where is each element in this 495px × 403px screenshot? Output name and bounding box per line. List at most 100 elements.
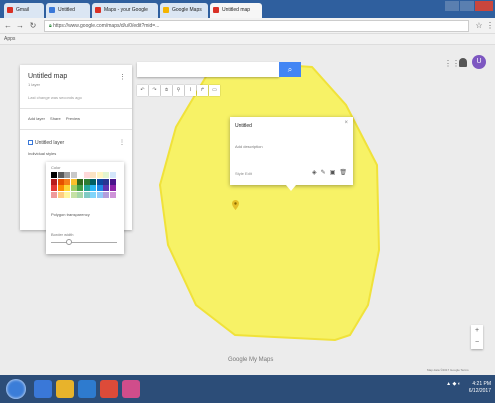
layer-style-item[interactable]: Individual styles xyxy=(28,151,56,156)
bookmark-star-icon[interactable]: ☆ xyxy=(474,21,484,31)
search-button[interactable]: ⌕ xyxy=(279,62,301,77)
browser-tab[interactable]: Gmail xyxy=(4,3,44,18)
color-swatch[interactable] xyxy=(51,172,57,178)
browser-tab[interactable]: Untitled xyxy=(46,3,90,18)
add-layer-button[interactable]: Add layer xyxy=(28,116,45,121)
color-swatch[interactable] xyxy=(77,178,83,185)
color-swatch[interactable] xyxy=(64,185,70,191)
color-swatch[interactable] xyxy=(109,172,116,178)
map-canvas[interactable]: Untitled map 1 layer ⋮ Last change was s… xyxy=(0,45,495,375)
minimize-button[interactable] xyxy=(445,1,459,11)
trash-icon[interactable]: 🗑︎ xyxy=(339,169,347,176)
color-swatch[interactable] xyxy=(103,185,109,191)
zoom-out-button[interactable]: − xyxy=(471,337,483,349)
layer-checkbox[interactable] xyxy=(28,140,33,146)
color-swatch[interactable] xyxy=(70,172,77,178)
border-width-label: Border width xyxy=(51,232,74,237)
color-swatch[interactable] xyxy=(51,185,57,191)
color-swatch[interactable] xyxy=(57,191,64,198)
color-swatch[interactable] xyxy=(90,172,96,178)
feature-description[interactable]: Add description xyxy=(235,144,263,149)
color-swatch[interactable] xyxy=(83,185,90,191)
map-title[interactable]: Untitled map xyxy=(28,73,67,80)
color-swatch[interactable] xyxy=(83,172,90,178)
color-swatch[interactable] xyxy=(57,172,64,178)
close-icon[interactable]: × xyxy=(344,120,348,126)
color-swatch[interactable] xyxy=(96,185,103,191)
color-swatch[interactable] xyxy=(96,178,103,185)
taskbar-clock[interactable]: 4:21 PM 6/12/2017 xyxy=(469,381,491,395)
color-swatch[interactable] xyxy=(51,191,57,198)
layer-menu-icon[interactable]: ⋮ xyxy=(119,139,125,146)
maximize-button[interactable] xyxy=(460,1,474,11)
draw-line-icon[interactable]: ⌇ xyxy=(185,85,196,96)
color-swatch[interactable] xyxy=(64,178,70,185)
preview-button[interactable]: Preview xyxy=(66,116,80,121)
directions-icon[interactable]: ↱ xyxy=(197,85,208,96)
panel-menu-icon[interactable]: ⋮ xyxy=(119,73,126,81)
back-arrow-icon[interactable]: ← xyxy=(3,21,13,31)
color-swatch[interactable] xyxy=(90,185,96,191)
browser-tab[interactable]: Google Maps xyxy=(160,3,208,18)
layer-row[interactable]: Untitled layer xyxy=(28,140,64,146)
apps-grid-icon[interactable]: ⋮⋮ xyxy=(444,59,460,68)
feature-title[interactable]: Untitled xyxy=(235,123,252,129)
color-swatch[interactable] xyxy=(109,185,116,191)
color-swatch[interactable] xyxy=(70,178,77,185)
app-icon[interactable] xyxy=(122,380,140,398)
chrome-icon[interactable] xyxy=(100,380,118,398)
color-swatch[interactable] xyxy=(57,185,64,191)
media-player-icon[interactable] xyxy=(78,380,96,398)
color-swatch[interactable] xyxy=(103,191,109,198)
color-swatch[interactable] xyxy=(77,172,83,178)
color-swatch[interactable] xyxy=(103,178,109,185)
color-swatch[interactable] xyxy=(109,191,116,198)
color-swatch[interactable] xyxy=(70,185,77,191)
bell-icon[interactable] xyxy=(459,58,467,67)
color-swatch[interactable] xyxy=(83,178,90,185)
apps-bookmark[interactable]: Apps xyxy=(4,36,15,42)
color-swatch[interactable] xyxy=(90,191,96,198)
avatar[interactable]: U xyxy=(472,55,486,69)
browser-tab-active[interactable]: Untitled map xyxy=(210,3,262,18)
color-swatch[interactable] xyxy=(109,178,116,185)
edit-pencil-icon[interactable]: ✎ xyxy=(321,169,326,176)
start-button[interactable] xyxy=(6,379,26,399)
color-swatch[interactable] xyxy=(64,172,70,178)
paint-bucket-icon[interactable]: ◈ xyxy=(312,169,317,176)
redo-icon[interactable]: ↷ xyxy=(149,85,160,96)
color-swatch[interactable] xyxy=(77,191,83,198)
map-pin-icon[interactable] xyxy=(232,200,239,210)
internet-explorer-icon[interactable] xyxy=(34,380,52,398)
color-swatch[interactable] xyxy=(90,178,96,185)
share-button[interactable]: Share xyxy=(50,116,61,121)
color-swatch[interactable] xyxy=(83,191,90,198)
border-width-slider-track[interactable] xyxy=(51,242,117,243)
reload-icon[interactable]: ↻ xyxy=(28,21,38,31)
browser-menu-icon[interactable]: ⋮ xyxy=(485,21,495,31)
browser-tab[interactable]: Maps - your Google xyxy=(92,3,158,18)
camera-icon[interactable]: ▣ xyxy=(330,169,336,176)
color-swatch[interactable] xyxy=(96,172,103,178)
undo-icon[interactable]: ↶ xyxy=(137,85,148,96)
color-swatch[interactable] xyxy=(96,191,103,198)
tray-icons[interactable]: ▲ ◆ ◐ xyxy=(446,381,461,395)
ruler-icon[interactable]: ▭ xyxy=(209,85,220,96)
hand-tool-icon[interactable]: ✋︎ xyxy=(161,85,172,96)
url-input[interactable]: 🔒︎ https://www.google.com/maps/d/u/0/edi… xyxy=(44,20,469,32)
color-swatch[interactable] xyxy=(51,178,57,185)
marker-tool-icon[interactable]: ⚲ xyxy=(173,85,184,96)
color-swatch[interactable] xyxy=(103,172,109,178)
color-swatch[interactable] xyxy=(64,191,70,198)
color-swatch[interactable] xyxy=(70,191,77,198)
search-input[interactable] xyxy=(137,62,279,77)
color-swatch[interactable] xyxy=(57,178,64,185)
close-window-button[interactable] xyxy=(475,1,493,11)
file-explorer-icon[interactable] xyxy=(56,380,74,398)
color-swatch[interactable] xyxy=(77,185,83,191)
forward-arrow-icon[interactable]: → xyxy=(15,21,25,31)
map-description[interactable]: Last change was seconds ago xyxy=(28,95,82,100)
zoom-in-button[interactable]: + xyxy=(471,325,483,337)
border-width-slider-handle[interactable] xyxy=(66,239,72,245)
map-attribution[interactable]: Map data ©2017 Google Terms xyxy=(427,368,469,372)
